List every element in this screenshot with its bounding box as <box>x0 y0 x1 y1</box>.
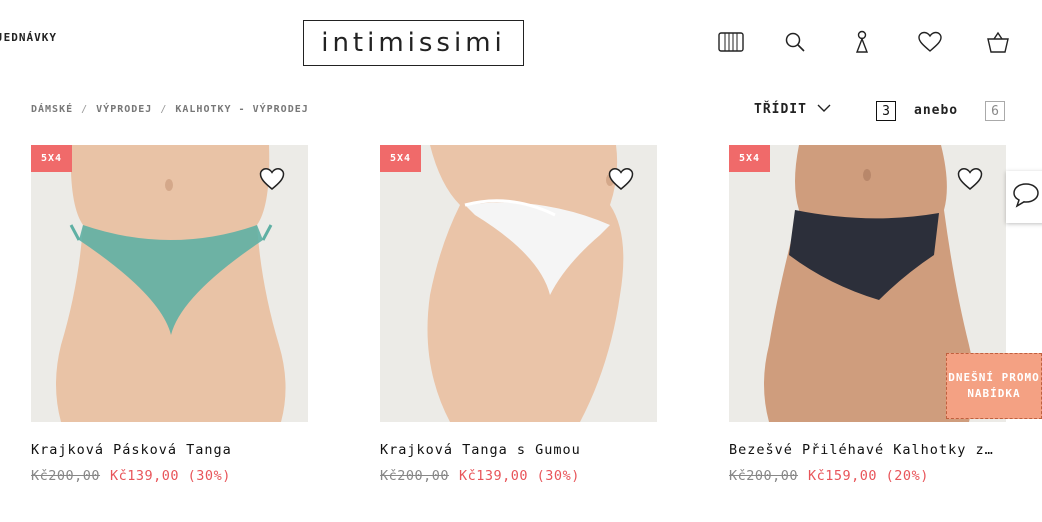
original-price: Kč200,00 <box>31 468 101 484</box>
product-name[interactable]: Krajková Pásková Tanga <box>31 442 308 458</box>
bag-icon[interactable] <box>984 28 1012 56</box>
product-image[interactable]: 5X4 <box>31 145 308 422</box>
product-card[interactable]: 5X4 Krajková Pásková Tanga Kč200,00 Kč139… <box>31 145 308 484</box>
chat-button[interactable] <box>1006 171 1042 223</box>
original-price: Kč200,00 <box>380 468 450 484</box>
chat-bubble-icon <box>1012 182 1040 212</box>
product-price: Kč200,00 Kč159,00 (20%) <box>729 468 1006 484</box>
breadcrumb-separator: / <box>160 104 168 115</box>
chevron-down-icon <box>817 102 831 117</box>
breadcrumb-separator: / <box>81 104 89 115</box>
grid-or-label: anebo <box>914 103 959 118</box>
product-price: Kč200,00 Kč139,00 (30%) <box>31 468 308 484</box>
wishlist-heart-icon[interactable] <box>957 167 983 193</box>
breadcrumb: DÁMSKÉ / VÝPRODEJ / KALHOTKY - VÝPRODEJ <box>31 104 309 115</box>
sort-dropdown[interactable]: TŘÍDIT <box>754 102 831 117</box>
product-card[interactable]: 5X4 Krajková Tanga s Gumou Kč200,00 Kč139… <box>380 145 657 484</box>
search-icon[interactable] <box>781 28 809 56</box>
wishlist-icon[interactable] <box>916 28 944 56</box>
promo-badge: 5X4 <box>31 145 72 172</box>
daily-promo-button[interactable]: DNEŠNÍ PROMO NABÍDKA <box>946 353 1042 419</box>
product-price: Kč200,00 Kč139,00 (30%) <box>380 468 657 484</box>
account-icon[interactable] <box>848 28 876 56</box>
wishlist-heart-icon[interactable] <box>259 167 285 193</box>
wishlist-heart-icon[interactable] <box>608 167 634 193</box>
promo-badge: 5X4 <box>380 145 421 172</box>
sale-price: Kč139,00 (30%) <box>110 468 231 484</box>
sale-price: Kč159,00 (20%) <box>808 468 929 484</box>
product-image[interactable]: 5X4 <box>380 145 657 422</box>
orders-link[interactable]: JEDNÁVKY <box>0 31 57 44</box>
product-name[interactable]: Krajková Tanga s Gumou <box>380 442 657 458</box>
product-name[interactable]: Bezešvé Přiléhavé Kalhotky z… <box>729 442 1006 458</box>
store-icon[interactable] <box>717 28 745 56</box>
original-price: Kč200,00 <box>729 468 799 484</box>
product-card[interactable]: 5X4 Bezešvé Přiléhavé Kalhotky z… Kč200,… <box>729 145 1006 484</box>
promo-badge: 5X4 <box>729 145 770 172</box>
grid-3-toggle[interactable]: 3 <box>876 101 896 121</box>
sale-price: Kč139,00 (30%) <box>459 468 580 484</box>
breadcrumb-item-panties-sale[interactable]: KALHOTKY - VÝPRODEJ <box>175 104 308 115</box>
breadcrumb-item-sale[interactable]: VÝPRODEJ <box>96 104 152 115</box>
breadcrumb-item-women[interactable]: DÁMSKÉ <box>31 104 73 115</box>
brand-logo[interactable]: intimissimi <box>303 20 524 66</box>
sort-label: TŘÍDIT <box>754 102 807 117</box>
grid-6-toggle[interactable]: 6 <box>985 101 1005 121</box>
